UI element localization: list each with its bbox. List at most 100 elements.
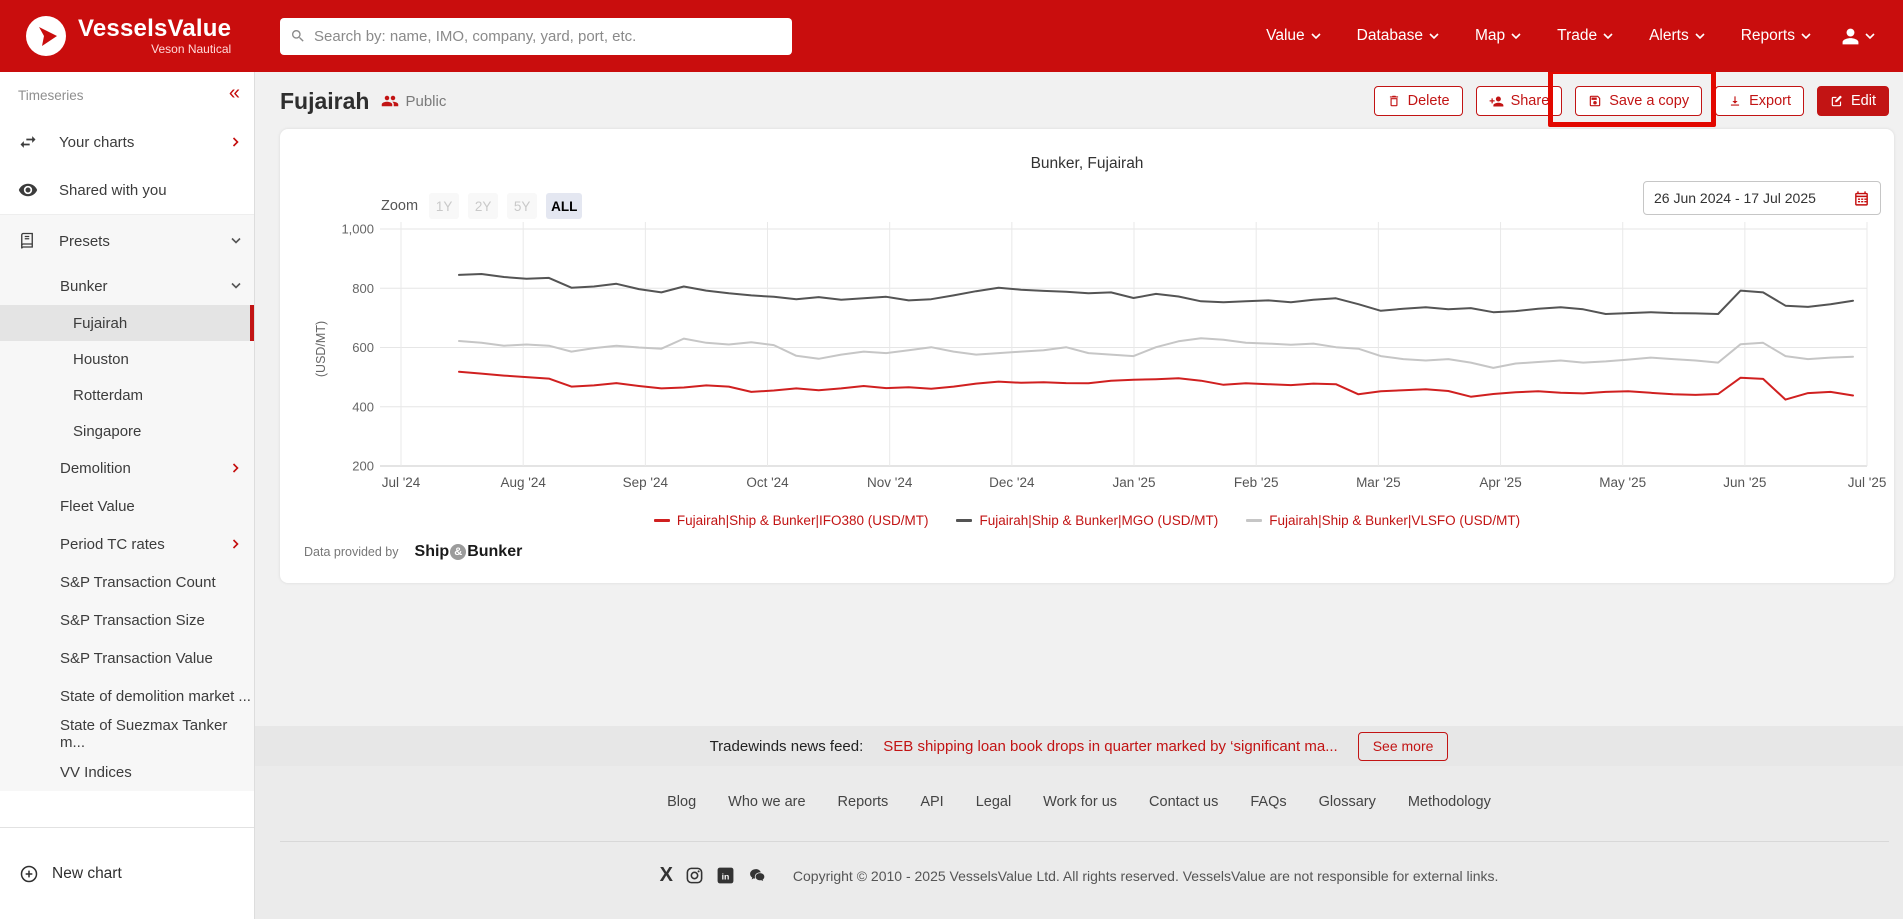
nav-item-trade[interactable]: Trade	[1557, 27, 1613, 45]
sidebar-item-shared-with-you[interactable]: Shared with you	[0, 166, 254, 214]
sidebar-item-label: Fleet Value	[60, 498, 135, 515]
sidebar-item-your-charts[interactable]: Your charts	[0, 118, 254, 166]
svg-text:Jan '25: Jan '25	[1112, 475, 1155, 490]
chart-card: Bunker, Fujairah Zoom 1Y2Y5YALL 26 Jun 2…	[280, 129, 1894, 583]
sidebar-section-label: Timeseries	[18, 88, 84, 103]
see-more-button[interactable]: See more	[1358, 732, 1449, 761]
export-button[interactable]: Export	[1715, 86, 1804, 116]
footer-link-who-we-are[interactable]: Who we are	[728, 794, 805, 810]
sidebar-item-rotterdam[interactable]: Rotterdam	[0, 377, 254, 413]
footer-link-glossary[interactable]: Glossary	[1319, 794, 1376, 810]
instagram-icon[interactable]	[685, 866, 704, 885]
account-menu[interactable]	[1841, 27, 1875, 46]
search-input[interactable]	[314, 28, 782, 45]
legend-item-fujairah-ship-bunker-ifo380-usd-mt[interactable]: Fujairah|Ship & Bunker|IFO380 (USD/MT)	[654, 513, 929, 528]
public-people-icon	[381, 92, 399, 110]
sidebar-item-state-of-suezmax-tanker-m[interactable]: State of Suezmax Tanker m...	[0, 715, 254, 753]
new-chart-button[interactable]: New chart	[0, 827, 254, 919]
legend-swatch	[956, 519, 972, 522]
sidebar-item-bunker[interactable]: Bunker	[0, 267, 254, 305]
sidebar-item-s-p-transaction-value[interactable]: S&P Transaction Value	[0, 639, 254, 677]
nav-menu: Value Database Map Trade Alerts Reports	[1266, 27, 1841, 45]
linkedin-icon[interactable]: in	[716, 866, 735, 885]
ship-and-bunker-logo[interactable]: Ship & Bunker	[415, 543, 523, 561]
svg-text:Jun '25: Jun '25	[1723, 475, 1766, 490]
legend-label: Fujairah|Ship & Bunker|MGO (USD/MT)	[979, 513, 1218, 528]
trash-icon	[1387, 94, 1401, 108]
page-title: Fujairah	[280, 88, 369, 115]
sidebar-item-state-of-demolition-market[interactable]: State of demolition market ...	[0, 677, 254, 715]
legend-item-fujairah-ship-bunker-mgo-usd-mt[interactable]: Fujairah|Ship & Bunker|MGO (USD/MT)	[956, 513, 1218, 528]
header-actions: Delete Share Save a copy	[1361, 86, 1889, 116]
chevron-down-icon	[1311, 33, 1321, 40]
footer-link-contact-us[interactable]: Contact us	[1149, 794, 1218, 810]
footer-link-blog[interactable]: Blog	[667, 794, 696, 810]
sidebar-item-label: Fujairah	[73, 315, 127, 332]
brand-subtitle: Veson Nautical	[151, 42, 231, 56]
nav-item-label: Database	[1357, 27, 1423, 45]
search-icon	[290, 28, 306, 44]
sidebar-item-presets[interactable]: Presets	[0, 215, 254, 267]
sidebar-item-s-p-transaction-count[interactable]: S&P Transaction Count	[0, 563, 254, 601]
person-plus-icon	[1489, 94, 1504, 109]
footer-link-faqs[interactable]: FAQs	[1250, 794, 1286, 810]
sidebar-item-fleet-value[interactable]: Fleet Value	[0, 487, 254, 525]
sidebar-item-label: Houston	[73, 351, 129, 368]
global-search[interactable]	[280, 18, 792, 55]
share-button[interactable]: Share	[1476, 86, 1563, 116]
sidebar-item-label: Singapore	[73, 423, 141, 440]
footer-link-reports[interactable]: Reports	[838, 794, 889, 810]
sidebar-item-houston[interactable]: Houston	[0, 341, 254, 377]
vesselsvalue-logo-icon	[26, 16, 66, 56]
eye-icon	[18, 180, 38, 200]
footer-links: Blog Who we are Reports API Legal Work for us…	[255, 766, 1903, 810]
news-headline-link[interactable]: SEB shipping loan book drops in quarter …	[883, 738, 1337, 755]
svg-text:800: 800	[352, 281, 374, 296]
footer-link-methodology[interactable]: Methodology	[1408, 794, 1491, 810]
chevron-down-icon	[231, 283, 241, 290]
sidebar-item-label: Rotterdam	[73, 387, 143, 404]
sidebar-item-singapore[interactable]: Singapore	[0, 413, 254, 449]
nav-item-map[interactable]: Map	[1475, 27, 1521, 45]
swap-arrows-icon	[18, 132, 38, 152]
save-icon	[1588, 94, 1602, 108]
sidebar-item-label: Period TC rates	[60, 536, 165, 553]
main-content: Fujairah Public Delete Share	[255, 72, 1903, 919]
x-icon[interactable]: X	[660, 864, 673, 887]
svg-text:Dec '24: Dec '24	[989, 475, 1035, 490]
wechat-icon[interactable]	[747, 866, 769, 885]
legend-item-fujairah-ship-bunker-vlsfo-usd-mt[interactable]: Fujairah|Ship & Bunker|VLSFO (USD/MT)	[1246, 513, 1520, 528]
data-provider: Data provided by Ship & Bunker	[304, 543, 522, 561]
book-icon	[18, 232, 36, 250]
footer-link-api[interactable]: API	[920, 794, 943, 810]
chevron-down-icon	[1511, 33, 1521, 40]
save-a-copy-button[interactable]: Save a copy	[1575, 86, 1702, 116]
sidebar-item-period-tc-rates[interactable]: Period TC rates	[0, 525, 254, 563]
svg-text:(USD/MT): (USD/MT)	[314, 321, 328, 377]
sidebar-item-demolition[interactable]: Demolition	[0, 449, 254, 487]
provider-part1: Ship	[415, 543, 450, 561]
brand-logo[interactable]: VesselsValue Veson Nautical	[0, 16, 280, 56]
footer-link-legal[interactable]: Legal	[976, 794, 1011, 810]
edit-button[interactable]: Edit	[1817, 86, 1889, 116]
nav-item-reports[interactable]: Reports	[1741, 27, 1811, 45]
legend-swatch	[1246, 519, 1262, 522]
nav-item-value[interactable]: Value	[1266, 27, 1321, 45]
delete-label: Delete	[1408, 93, 1450, 109]
sidebar-item-s-p-transaction-size[interactable]: S&P Transaction Size	[0, 601, 254, 639]
sidebar-item-label: Bunker	[60, 278, 108, 295]
page-footer: Blog Who we are Reports API Legal Work for us…	[255, 766, 1903, 919]
page-header: Fujairah Public Delete Share	[255, 72, 1903, 129]
nav-item-database[interactable]: Database	[1357, 27, 1439, 45]
nav-item-alerts[interactable]: Alerts	[1649, 27, 1705, 45]
sidebar-collapse-button[interactable]: «	[229, 82, 240, 105]
provider-part2: Bunker	[467, 543, 522, 561]
sidebar-item-vv-indices[interactable]: VV Indices	[0, 753, 254, 791]
nav-item-label: Value	[1266, 27, 1305, 45]
chevron-right-icon	[233, 137, 240, 147]
sidebar-item-fujairah[interactable]: Fujairah	[0, 305, 254, 341]
chevron-down-icon	[1695, 33, 1705, 40]
copyright-text: Copyright © 2010 - 2025 VesselsValue Ltd…	[793, 868, 1499, 884]
footer-link-work-for-us[interactable]: Work for us	[1043, 794, 1117, 810]
delete-button[interactable]: Delete	[1374, 86, 1463, 116]
